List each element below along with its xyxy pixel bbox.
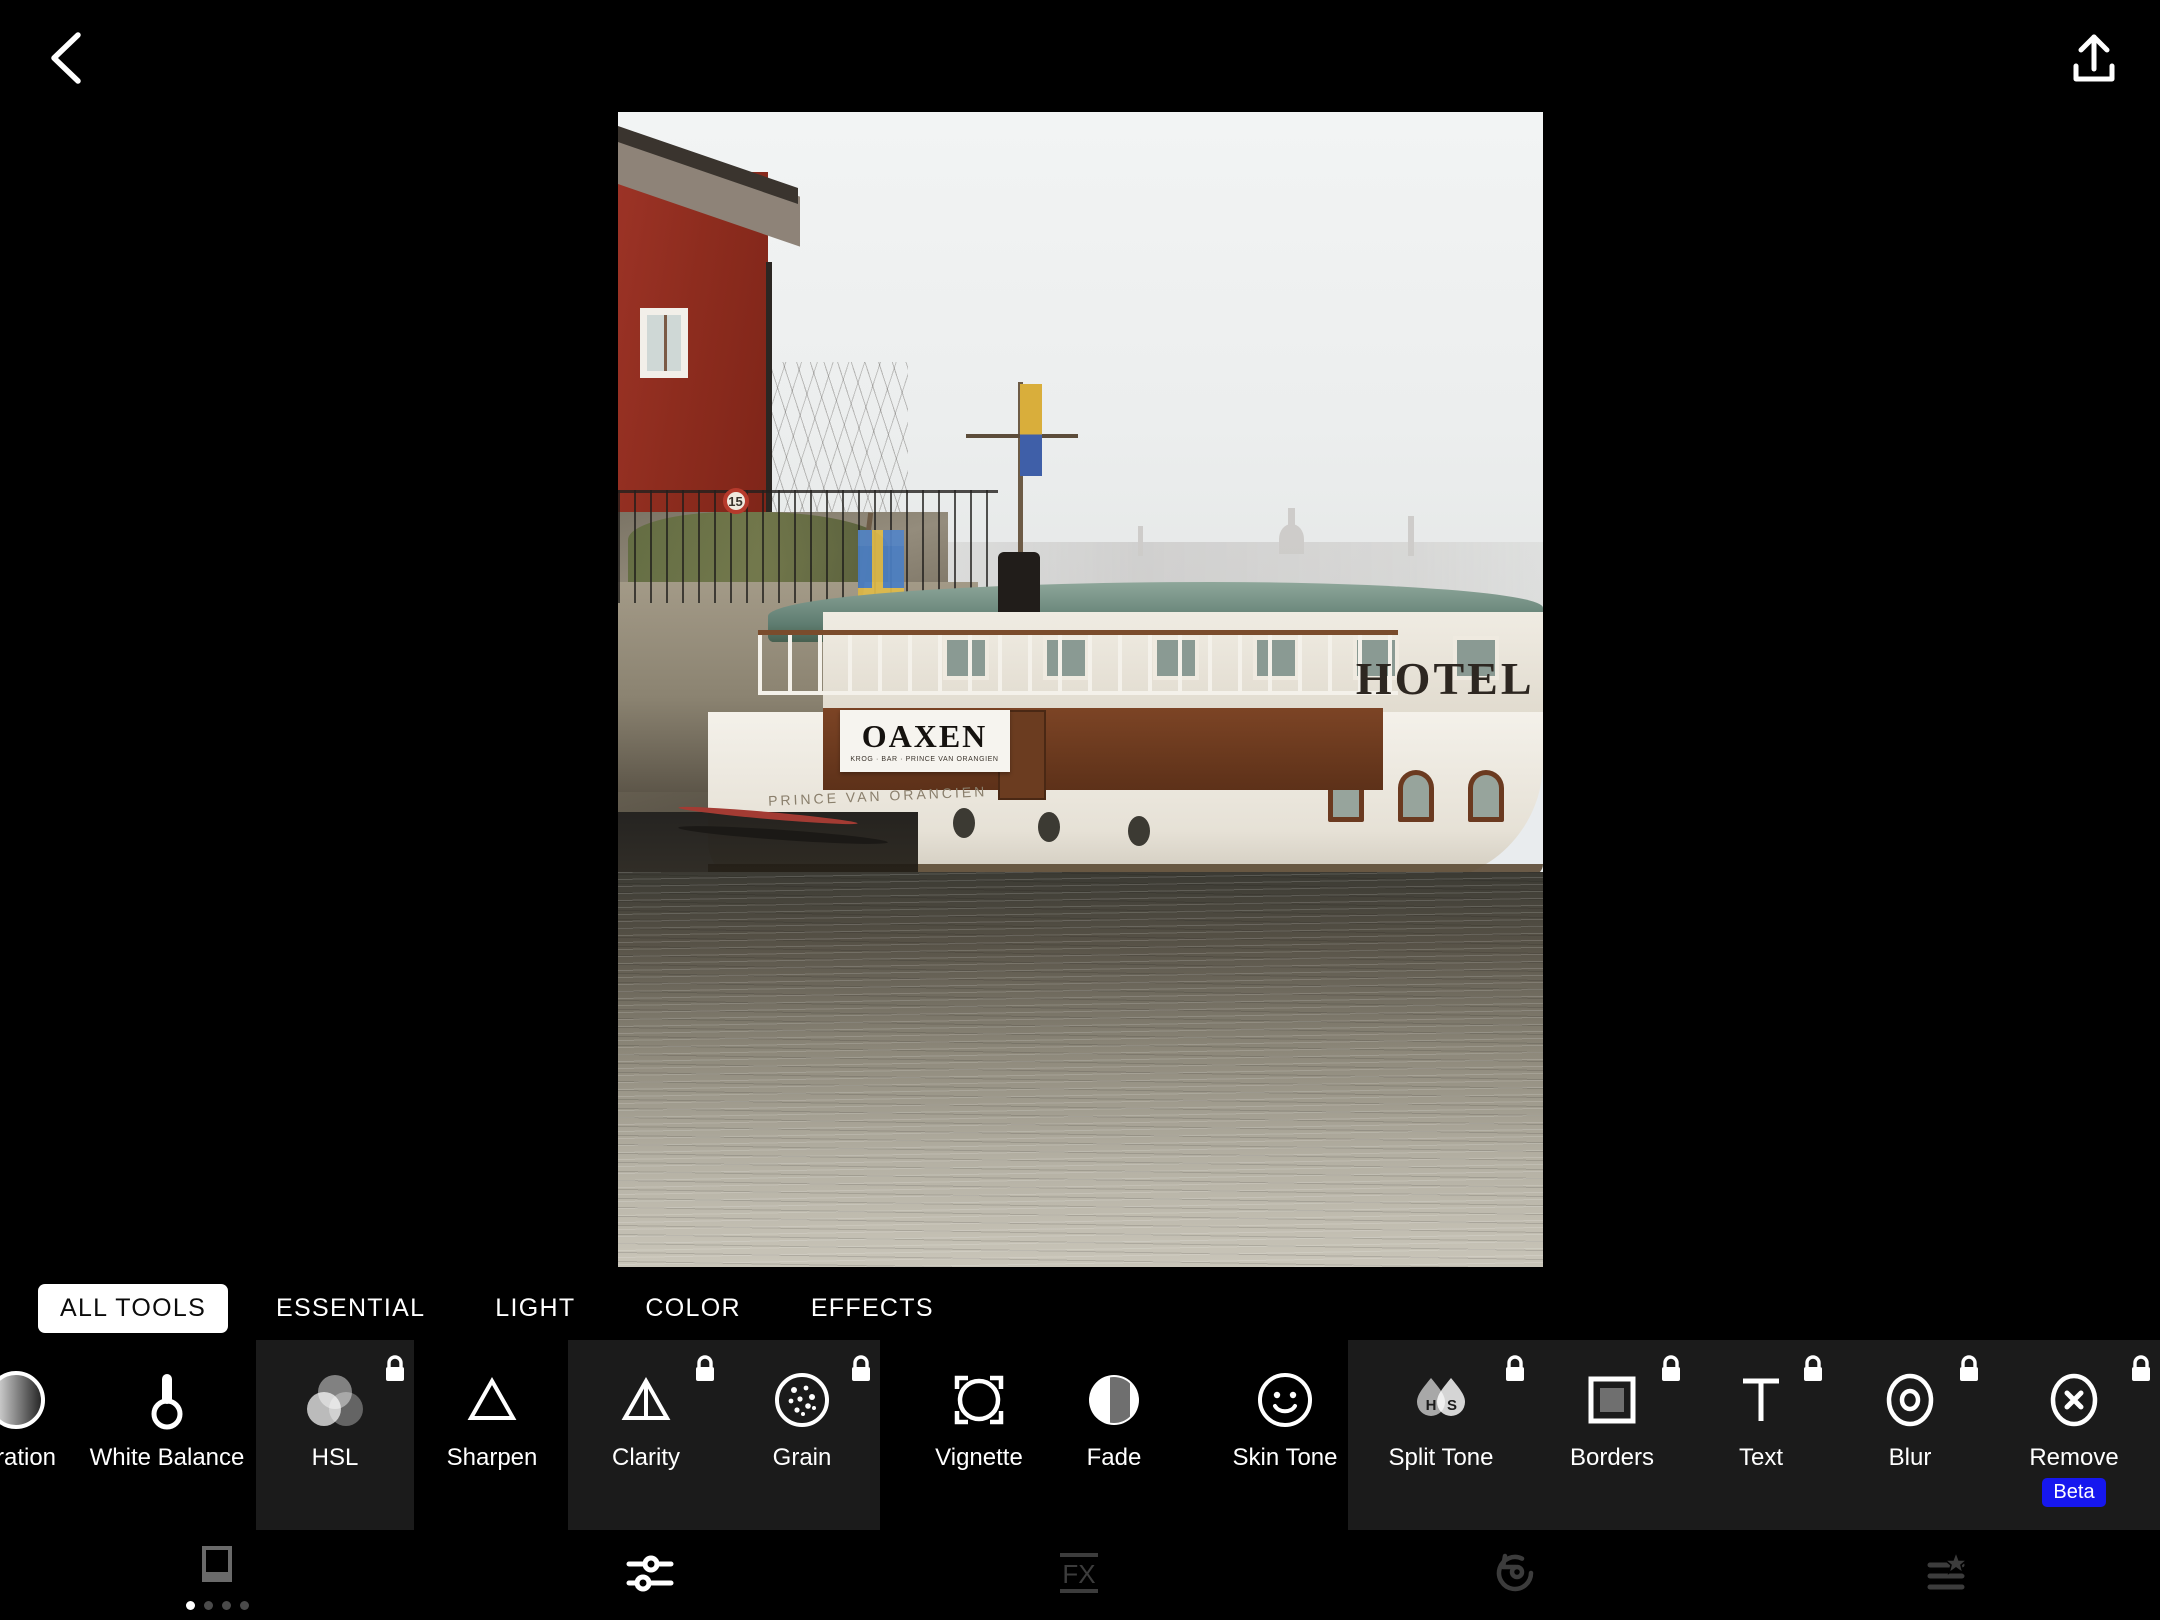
nav-adjust[interactable] — [575, 1530, 725, 1620]
tool-strip[interactable]: turation White Balance HSL — [0, 1340, 2160, 1530]
nav-history[interactable] — [1440, 1530, 1590, 1620]
bottom-navigation: FX — [0, 1530, 2160, 1620]
tab-essential[interactable]: ESSENTIAL — [254, 1284, 447, 1333]
svg-text:S: S — [1447, 1397, 1457, 1414]
tool-label: Clarity — [612, 1444, 680, 1472]
tool-category-tabs: ALL TOOLS ESSENTIAL LIGHT COLOR EFFECTS — [0, 1272, 2160, 1344]
tool-text[interactable]: Text — [1690, 1340, 1832, 1530]
smiley-face-icon — [1253, 1340, 1317, 1436]
share-upload-icon — [2066, 29, 2122, 87]
tool-label: Text — [1739, 1444, 1783, 1472]
photo-oaxen-sign-title: OAXEN — [862, 720, 988, 752]
text-t-icon — [1732, 1340, 1790, 1436]
undo-history-icon — [1488, 1547, 1542, 1604]
adjust-sliders-icon — [623, 1547, 677, 1604]
tool-label: turation — [0, 1444, 56, 1472]
share-button[interactable] — [2054, 18, 2134, 98]
tool-label: Sharpen — [447, 1444, 538, 1472]
tool-borders[interactable]: Borders — [1534, 1340, 1690, 1530]
lock-icon — [848, 1354, 874, 1384]
tool-label: Borders — [1570, 1444, 1654, 1472]
lock-icon — [1658, 1354, 1684, 1384]
tool-split-tone[interactable]: H S Split Tone — [1348, 1340, 1534, 1530]
tool-grain[interactable]: Grain — [724, 1340, 880, 1530]
tool-label: Skin Tone — [1233, 1444, 1338, 1472]
lock-icon — [1502, 1354, 1528, 1384]
vignette-square-circle-icon — [947, 1340, 1011, 1436]
lock-icon — [692, 1354, 718, 1384]
tool-label: Fade — [1087, 1444, 1142, 1472]
tool-fade[interactable]: Fade — [1036, 1340, 1192, 1530]
tool-label: Blur — [1889, 1444, 1932, 1472]
tool-label: HSL — [312, 1444, 359, 1472]
presets-list-star-icon — [1918, 1549, 1976, 1602]
split-tone-droplets-icon: H S — [1401, 1340, 1481, 1436]
borders-frame-icon — [1580, 1340, 1644, 1436]
photo-speed-limit-sign: 15 — [723, 488, 749, 514]
nav-photo[interactable] — [142, 1530, 292, 1620]
thermometer-icon — [139, 1340, 195, 1436]
page-dots — [186, 1601, 249, 1610]
lock-icon — [382, 1354, 408, 1384]
photo-pennant — [1020, 384, 1042, 476]
photo-fence — [618, 490, 998, 603]
tool-remove[interactable]: Remove Beta — [1988, 1340, 2160, 1530]
saturation-circle-icon — [0, 1340, 48, 1436]
tool-label: Split Tone — [1389, 1444, 1494, 1472]
chevron-left-icon — [46, 29, 90, 87]
tool-label: Vignette — [935, 1444, 1023, 1472]
tab-color[interactable]: COLOR — [623, 1284, 762, 1333]
tool-label: Grain — [773, 1444, 832, 1472]
back-button[interactable] — [28, 18, 108, 98]
tool-white-balance[interactable]: White Balance — [72, 1340, 262, 1530]
top-bar — [0, 0, 2160, 112]
lock-icon — [1800, 1354, 1826, 1384]
tool-clarity[interactable]: Clarity — [568, 1340, 724, 1530]
grain-dots-circle-icon — [770, 1340, 834, 1436]
photo-boat-railing — [758, 630, 1398, 695]
fx-icon: FX — [1052, 1547, 1108, 1604]
edited-photo[interactable]: 15 HOTEL — [618, 112, 1543, 1267]
photo-hotel-label: HOTEL — [1356, 652, 1535, 705]
tab-light[interactable]: LIGHT — [473, 1284, 597, 1333]
remove-x-circle-icon — [2042, 1340, 2106, 1436]
tool-hsl[interactable]: HSL — [256, 1340, 414, 1530]
svg-text:H: H — [1426, 1397, 1437, 1414]
photo-frame-icon — [195, 1541, 239, 1594]
tab-effects[interactable]: EFFECTS — [789, 1284, 956, 1333]
beta-badge: Beta — [2042, 1478, 2105, 1507]
lock-icon — [2128, 1354, 2154, 1384]
photo-canvas-stage: 15 HOTEL — [0, 112, 2160, 1272]
nav-presets[interactable] — [1872, 1530, 2022, 1620]
nav-fx[interactable]: FX — [1005, 1530, 1155, 1620]
hsl-three-circles-icon — [302, 1340, 368, 1436]
fade-half-circle-icon — [1082, 1340, 1146, 1436]
tool-label: Remove — [2029, 1444, 2118, 1472]
blur-target-icon — [1878, 1340, 1942, 1436]
tool-blur[interactable]: Blur — [1832, 1340, 1988, 1530]
triangle-split-icon — [614, 1340, 678, 1436]
photo-oaxen-sign-subtitle: KROG · BAR · PRINCE VAN ORANGIEN — [850, 756, 998, 763]
photo-editor-app: 15 HOTEL — [0, 0, 2160, 1620]
svg-text:FX: FX — [1062, 1559, 1095, 1589]
triangle-outline-icon — [460, 1340, 524, 1436]
lock-icon — [1956, 1354, 1982, 1384]
tool-label: White Balance — [90, 1444, 245, 1472]
photo-oaxen-sign: OAXEN KROG · BAR · PRINCE VAN ORANGIEN — [840, 710, 1010, 772]
tool-sharpen[interactable]: Sharpen — [414, 1340, 570, 1530]
tab-all-tools[interactable]: ALL TOOLS — [38, 1284, 228, 1333]
photo-water-ripples — [618, 872, 1543, 1267]
photo-house-window — [640, 308, 688, 378]
